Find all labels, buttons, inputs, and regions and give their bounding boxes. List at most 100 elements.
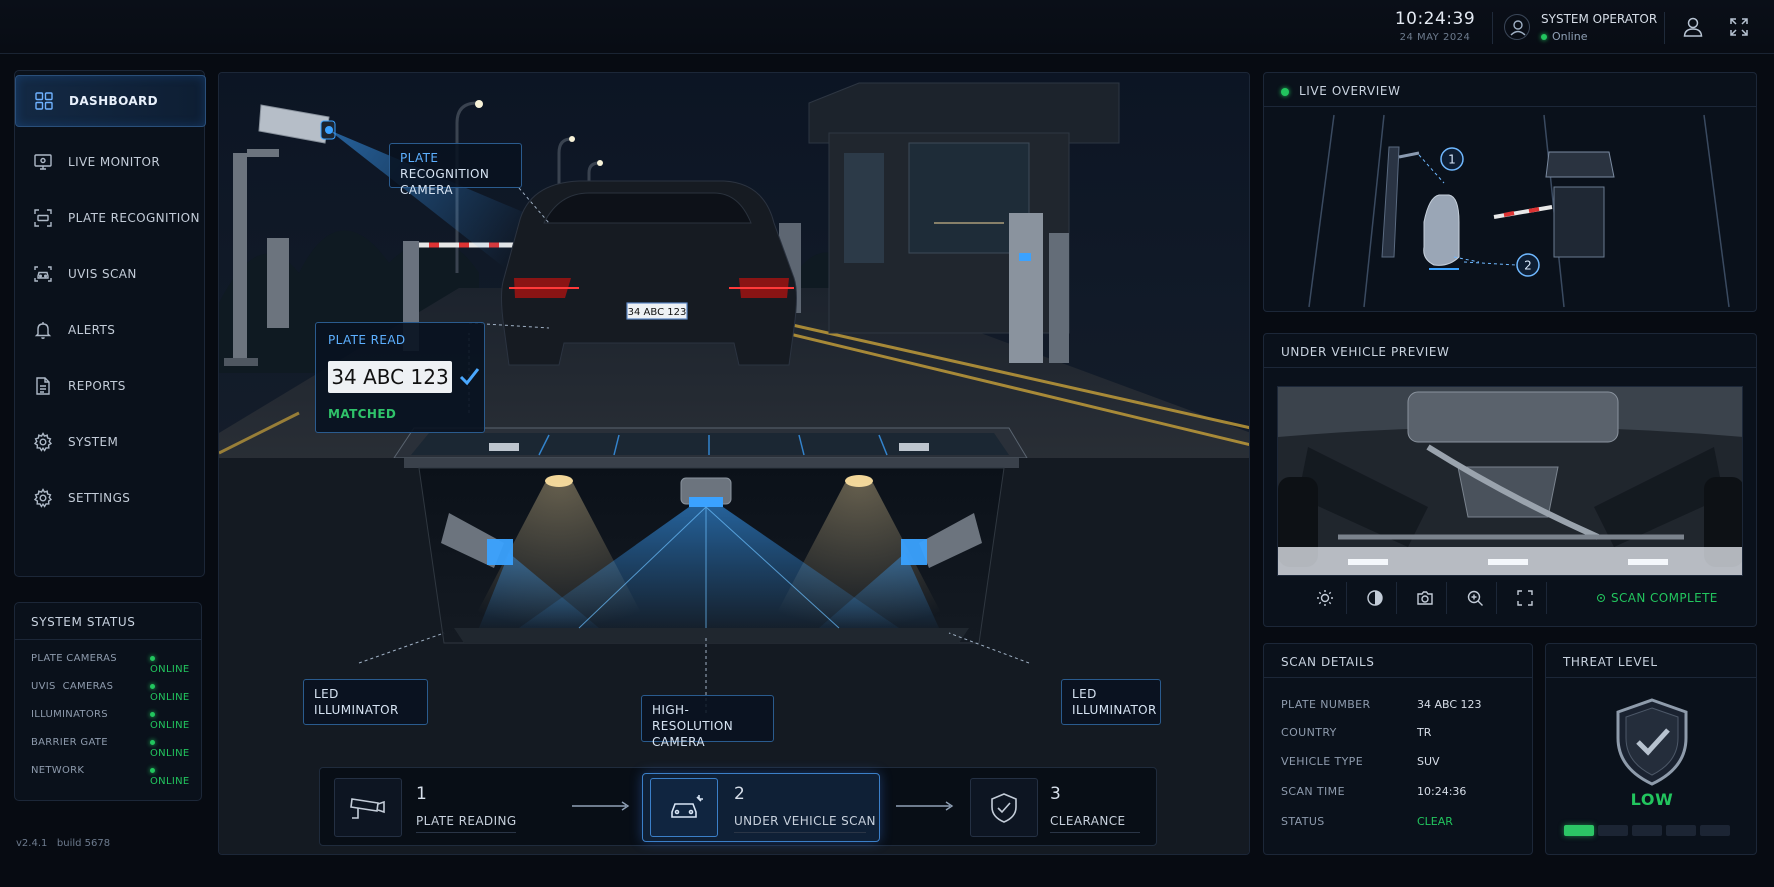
sidebar-item-label: SYSTEM bbox=[68, 435, 119, 449]
expand-button[interactable] bbox=[1503, 582, 1547, 614]
sidebar-item-uvis-scan[interactable]: UVIS SCAN bbox=[15, 248, 206, 300]
panel-title: THREAT LEVEL bbox=[1563, 655, 1658, 669]
sidebar-item-settings[interactable]: SETTINGS bbox=[15, 472, 206, 524]
status-value: ONLINE bbox=[150, 765, 191, 787]
callout-text: CAMERA bbox=[652, 735, 705, 749]
version-label: v2.4.1 build 5678 bbox=[16, 838, 111, 849]
high-res-camera-callout: HIGH-RESOLUTION CAMERA bbox=[641, 695, 774, 749]
sidebar-item-label: REPORTS bbox=[68, 379, 126, 393]
detail-label: VEHICLE TYPE bbox=[1281, 755, 1364, 768]
divider bbox=[15, 639, 201, 640]
contrast-button[interactable] bbox=[1353, 582, 1397, 614]
sidebar-item-system[interactable]: SYSTEM bbox=[15, 416, 206, 468]
online-dot bbox=[150, 711, 155, 717]
online-dot bbox=[150, 683, 155, 689]
divider bbox=[1546, 677, 1756, 678]
clock-time: 10:24:39 bbox=[1394, 9, 1476, 29]
divider bbox=[416, 832, 516, 833]
sidebar-item-label: DASHBOARD bbox=[69, 94, 159, 108]
status-label: PLATE CAMERAS bbox=[31, 653, 117, 664]
user-profile-button[interactable] bbox=[1680, 14, 1706, 40]
fullscreen-icon bbox=[1516, 590, 1533, 606]
status-value-text: ONLINE bbox=[150, 776, 190, 787]
online-dot bbox=[1541, 34, 1547, 40]
car-plate-text: 34 ABC 123 bbox=[628, 307, 687, 318]
plate-read-panel: PLATE READ 34 ABC 123 MATCHED bbox=[315, 322, 485, 433]
camera-icon bbox=[350, 797, 385, 819]
step-number: 3 bbox=[1050, 784, 1061, 804]
scan-complete-text: SCAN COMPLETE bbox=[1611, 591, 1718, 605]
sidebar-item-live-monitor[interactable]: LIVE MONITOR bbox=[15, 136, 206, 188]
process-steps: 1 PLATE READING 2 UNDER VEHICLE SCAN 3 C… bbox=[319, 767, 1157, 846]
sidebar-item-plate-recognition[interactable]: PLATE RECOGNITION bbox=[15, 192, 206, 244]
car-scan-icon bbox=[34, 266, 52, 282]
status-label: BARRIER GATE bbox=[31, 737, 108, 748]
threat-segment bbox=[1598, 825, 1628, 836]
shield-check-icon bbox=[1616, 698, 1688, 786]
sidebar-item-reports[interactable]: REPORTS bbox=[15, 360, 206, 412]
divider bbox=[734, 832, 866, 833]
status-row: BARRIER GATE ONLINE bbox=[31, 737, 191, 759]
grid-icon bbox=[35, 92, 53, 110]
status-row: NETWORK ONLINE bbox=[31, 765, 191, 787]
detail-value: 10:24:36 bbox=[1417, 785, 1467, 798]
live-dot bbox=[1281, 87, 1289, 96]
step-3-icon-box bbox=[970, 778, 1038, 837]
status-row: ILLUMINATORS ONLINE bbox=[31, 709, 191, 731]
panel-title: SCAN DETAILS bbox=[1281, 655, 1375, 669]
brightness-button[interactable] bbox=[1303, 582, 1347, 614]
led-illuminator-left-callout: LED ILLUMINATOR bbox=[303, 679, 428, 725]
sidebar-item-label: ALERTS bbox=[68, 323, 116, 337]
callout-text: LED bbox=[1072, 687, 1097, 701]
zoom-in-icon bbox=[1467, 590, 1483, 606]
zoom-button[interactable] bbox=[1453, 582, 1497, 614]
detail-value: 34 ABC 123 bbox=[1417, 698, 1482, 711]
user-icon bbox=[1510, 20, 1526, 36]
clock-date: 24 MAY 2024 bbox=[1399, 32, 1471, 43]
scan-details-panel: SCAN DETAILS PLATE NUMBER 34 ABC 123 COU… bbox=[1263, 643, 1533, 855]
status-value: ONLINE bbox=[150, 653, 191, 675]
status-ring-icon bbox=[1597, 594, 1605, 602]
sidebar-item-dashboard[interactable]: DASHBOARD bbox=[15, 75, 206, 127]
fullscreen-button[interactable] bbox=[1726, 14, 1752, 40]
snapshot-button[interactable] bbox=[1403, 582, 1447, 614]
status-value-text: ONLINE bbox=[150, 664, 190, 675]
sidebar: DASHBOARD LIVE MONITOR PLATE RECOGNITION… bbox=[14, 70, 206, 577]
operator-name: SYSTEM OPERATOR bbox=[1541, 12, 1658, 26]
plate-read-title: PLATE READ bbox=[328, 333, 406, 347]
scan-complete-status: SCAN COMPLETE bbox=[1597, 591, 1718, 605]
led-illuminator-right-callout: LED ILLUMINATOR bbox=[1061, 679, 1161, 725]
detail-value: CLEAR bbox=[1417, 815, 1453, 828]
operator-status: Online bbox=[1541, 30, 1587, 43]
callout-text: PLATE bbox=[400, 151, 439, 165]
callout-text: ILLUMINATOR bbox=[314, 703, 399, 717]
user-icon bbox=[1683, 17, 1703, 37]
detail-label: SCAN TIME bbox=[1281, 785, 1345, 798]
sidebar-item-label: LIVE MONITOR bbox=[68, 155, 161, 169]
callout-text: LED bbox=[314, 687, 339, 701]
operator-status-text: Online bbox=[1552, 30, 1588, 43]
step-label: PLATE READING bbox=[416, 814, 517, 828]
arrow-right-icon bbox=[572, 801, 630, 811]
status-label: NETWORK bbox=[31, 765, 85, 776]
sidebar-item-alerts[interactable]: ALERTS bbox=[15, 304, 206, 356]
camera-icon bbox=[1416, 591, 1433, 605]
step-number: 1 bbox=[416, 784, 427, 804]
detail-label: COUNTRY bbox=[1281, 726, 1337, 739]
threat-segment bbox=[1700, 825, 1730, 836]
step-1-icon-box bbox=[334, 778, 402, 837]
plate-camera-callout: PLATE RECOGNITION CAMERA bbox=[389, 143, 522, 197]
divider bbox=[1050, 832, 1140, 833]
divider bbox=[1492, 12, 1493, 44]
divider bbox=[1264, 367, 1756, 368]
sun-icon bbox=[1316, 590, 1333, 606]
online-dot bbox=[150, 739, 155, 745]
threat-segment bbox=[1666, 825, 1696, 836]
online-dot bbox=[150, 767, 155, 773]
document-icon bbox=[36, 377, 50, 395]
shield-check-icon bbox=[991, 792, 1017, 823]
bell-icon bbox=[34, 322, 52, 339]
plate-read-status: MATCHED bbox=[328, 407, 397, 421]
step-number: 2 bbox=[734, 784, 745, 804]
plate-read-value: 34 ABC 123 bbox=[328, 361, 452, 393]
